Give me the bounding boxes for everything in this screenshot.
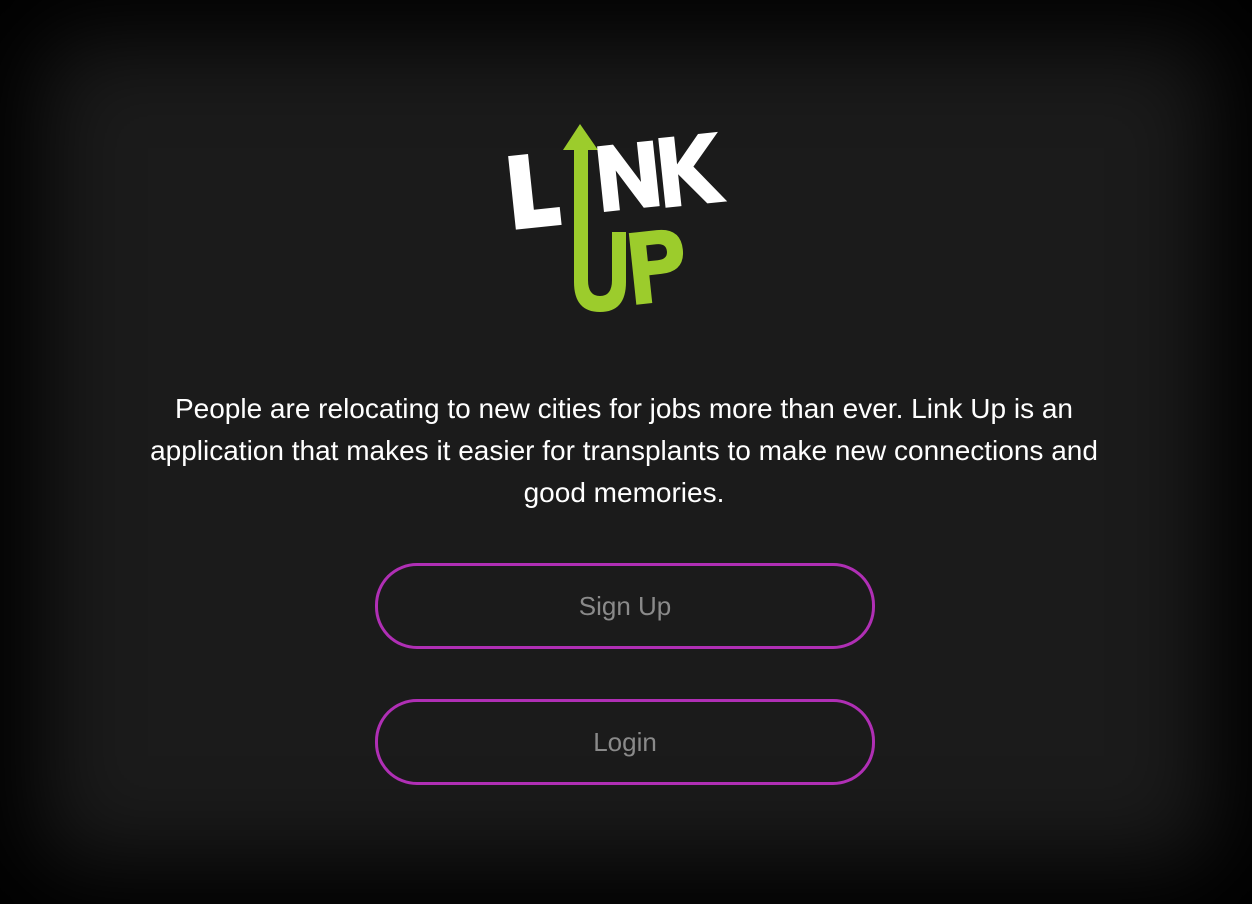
sign-up-button[interactable]: Sign Up [375,563,875,649]
link-up-logo-graphic [508,124,728,312]
link-up-logo [500,112,760,322]
login-button[interactable]: Login [375,699,875,785]
app-description: People are relocating to new cities for … [150,393,1098,508]
welcome-screen: People are relocating to new cities for … [0,0,1252,904]
